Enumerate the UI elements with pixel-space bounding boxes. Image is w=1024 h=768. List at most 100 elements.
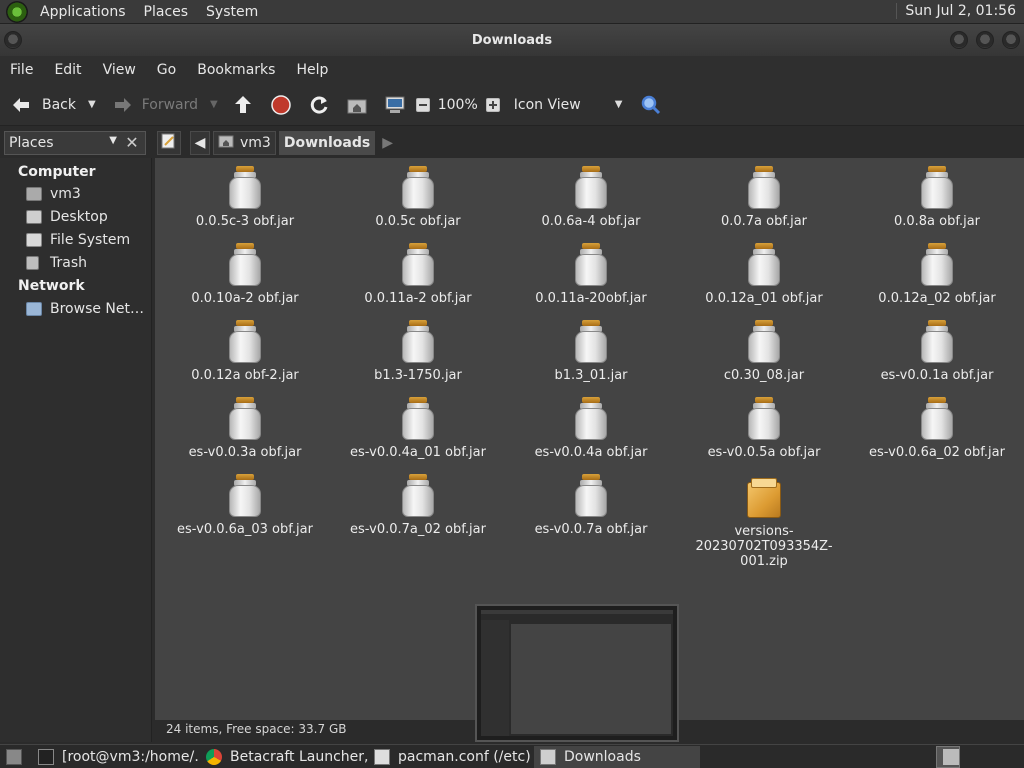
search-button[interactable] bbox=[636, 89, 666, 121]
file-item[interactable]: es-v0.0.6a_02 obf.jar bbox=[851, 397, 1023, 460]
system-menu[interactable]: System bbox=[200, 4, 264, 20]
jar-file-icon bbox=[920, 166, 954, 210]
desktop-icon bbox=[26, 210, 42, 224]
maximize-button[interactable] bbox=[976, 31, 994, 49]
file-item[interactable]: es-v0.0.4a_01 obf.jar bbox=[332, 397, 504, 460]
back-button[interactable]: Back ▼ bbox=[6, 89, 100, 121]
reload-button[interactable] bbox=[304, 89, 334, 121]
jar-file-icon bbox=[228, 243, 262, 287]
back-label: Back bbox=[42, 96, 76, 113]
file-item[interactable]: 0.0.10a-2 obf.jar bbox=[159, 243, 331, 306]
jar-file-icon bbox=[401, 320, 435, 364]
sidebar-item-file-system[interactable]: File System bbox=[26, 232, 130, 248]
file-item[interactable]: es-v0.0.5a obf.jar bbox=[678, 397, 850, 460]
file-item[interactable]: es-v0.0.7a obf.jar bbox=[505, 474, 677, 537]
workspace-switcher[interactable] bbox=[936, 745, 960, 768]
menu-help[interactable]: Help bbox=[290, 62, 334, 78]
file-item[interactable]: 0.0.12a obf-2.jar bbox=[159, 320, 331, 383]
file-name: es-v0.0.4a obf.jar bbox=[534, 445, 648, 460]
task-pacman-conf[interactable]: pacman.conf (/etc) - … bbox=[368, 746, 534, 768]
chevron-right-icon: ▶ bbox=[382, 135, 393, 151]
breadcrumb-downloads[interactable]: Downloads bbox=[278, 131, 376, 155]
close-button[interactable] bbox=[1002, 31, 1020, 49]
top-panel: Applications Places System Sun Jul 2, 01… bbox=[0, 0, 1024, 24]
stop-button[interactable] bbox=[266, 89, 296, 121]
file-item[interactable]: es-v0.0.6a_03 obf.jar bbox=[159, 474, 331, 537]
up-button[interactable] bbox=[228, 89, 258, 121]
menu-view[interactable]: View bbox=[97, 62, 142, 78]
window-preview-thumbnail[interactable] bbox=[475, 604, 679, 742]
file-item[interactable]: 0.0.5c obf.jar bbox=[332, 166, 504, 229]
sidebar-item-label: Trash bbox=[50, 255, 87, 271]
places-menu[interactable]: Places bbox=[138, 4, 195, 20]
forward-button[interactable]: Forward ▼ bbox=[108, 89, 222, 121]
forward-label: Forward bbox=[141, 96, 199, 113]
applications-menu[interactable]: Applications bbox=[34, 4, 132, 20]
sidebar-item-label: vm3 bbox=[50, 186, 81, 202]
sidebar-item-trash[interactable]: Trash bbox=[26, 255, 87, 271]
file-item[interactable]: b1.3_01.jar bbox=[505, 320, 677, 383]
minimize-button[interactable] bbox=[950, 31, 968, 49]
file-item[interactable]: 0.0.11a-2 obf.jar bbox=[332, 243, 504, 306]
home-folder-icon bbox=[218, 134, 234, 152]
file-item[interactable]: es-v0.0.3a obf.jar bbox=[159, 397, 331, 460]
file-item[interactable]: 0.0.11a-20obf.jar bbox=[505, 243, 677, 306]
file-item[interactable]: es-v0.0.4a obf.jar bbox=[505, 397, 677, 460]
menu-bookmarks[interactable]: Bookmarks bbox=[191, 62, 281, 78]
breadcrumb-vm3[interactable]: vm3 bbox=[213, 131, 276, 155]
file-item[interactable]: 0.0.5c-3 obf.jar bbox=[159, 166, 331, 229]
task-betacraft[interactable]: Betacraft Launcher, J… bbox=[200, 746, 368, 768]
toggle-location-entry-button[interactable] bbox=[157, 131, 181, 155]
menu-edit[interactable]: Edit bbox=[48, 62, 87, 78]
task-terminal[interactable]: [root@vm3:/home/… bbox=[32, 746, 200, 768]
window-menu-button[interactable] bbox=[4, 31, 22, 49]
show-desktop-icon bbox=[6, 748, 22, 765]
home-button[interactable] bbox=[342, 89, 372, 121]
computer-button[interactable] bbox=[380, 89, 410, 121]
bottom-taskbar: [root@vm3:/home/… Betacraft Launcher, J…… bbox=[0, 744, 1024, 768]
file-item[interactable]: 0.0.8a obf.jar bbox=[851, 166, 1023, 229]
zoom-in-button[interactable] bbox=[482, 89, 504, 121]
jar-file-icon bbox=[401, 474, 435, 518]
sidebar-item-vm3[interactable]: vm3 bbox=[26, 186, 81, 202]
view-mode-select[interactable]: Icon View ▼ bbox=[510, 89, 627, 121]
close-sidebar-icon[interactable]: ✕ bbox=[122, 133, 142, 153]
show-desktop-button[interactable] bbox=[0, 746, 30, 768]
file-item[interactable]: es-v0.0.7a_02 obf.jar bbox=[332, 474, 504, 537]
file-name: 0.0.8a obf.jar bbox=[893, 214, 981, 229]
jar-file-icon bbox=[574, 320, 608, 364]
task-downloads[interactable]: Downloads bbox=[534, 745, 700, 768]
file-item[interactable]: 0.0.12a_02 obf.jar bbox=[851, 243, 1023, 306]
menu-go[interactable]: Go bbox=[151, 62, 182, 78]
back-history-chevron-icon[interactable]: ▼ bbox=[88, 99, 96, 110]
menu-file[interactable]: File bbox=[4, 62, 39, 78]
clock[interactable]: Sun Jul 2, 01:56 bbox=[896, 3, 1016, 19]
window-titlebar[interactable]: Downloads bbox=[0, 24, 1024, 56]
file-item[interactable]: 0.0.12a_01 obf.jar bbox=[678, 243, 850, 306]
edit-location-icon bbox=[161, 133, 177, 153]
file-item[interactable]: es-v0.0.1a obf.jar bbox=[851, 320, 1023, 383]
places-sidebar: Computer vm3 Desktop File System Trash N… bbox=[0, 158, 152, 742]
breadcrumb-vm3-label: vm3 bbox=[240, 135, 271, 151]
file-name: es-v0.0.6a_02 obf.jar bbox=[869, 445, 1005, 460]
sidebar-selector-label: Places bbox=[9, 135, 54, 151]
file-item[interactable]: b1.3-1750.jar bbox=[332, 320, 504, 383]
file-item[interactable]: 0.0.7a obf.jar bbox=[678, 166, 850, 229]
jar-file-icon bbox=[574, 474, 608, 518]
file-name: es-v0.0.7a_02 obf.jar bbox=[350, 522, 486, 537]
file-item[interactable]: 0.0.6a-4 obf.jar bbox=[505, 166, 677, 229]
file-name: 0.0.5c-3 obf.jar bbox=[195, 214, 295, 229]
zoom-out-button[interactable] bbox=[412, 89, 434, 121]
sidebar-item-desktop[interactable]: Desktop bbox=[26, 209, 108, 225]
zip-archive-icon bbox=[747, 478, 781, 518]
location-scroll-left-button[interactable]: ◀ bbox=[190, 131, 210, 155]
forward-history-chevron-icon[interactable]: ▼ bbox=[210, 99, 218, 110]
file-name: 0.0.6a-4 obf.jar bbox=[541, 214, 641, 229]
menu-bar: File Edit View Go Bookmarks Help bbox=[0, 56, 1024, 84]
file-item-zip[interactable]: versions- 20230702T093354Z- 001.zip bbox=[678, 478, 850, 569]
distro-logo-icon[interactable] bbox=[6, 0, 28, 23]
jar-file-icon bbox=[920, 397, 954, 441]
location-scroll-right-button[interactable]: ▶ bbox=[378, 131, 397, 155]
sidebar-item-browse-network[interactable]: Browse Net… bbox=[26, 301, 144, 317]
file-item[interactable]: c0.30_08.jar bbox=[678, 320, 850, 383]
